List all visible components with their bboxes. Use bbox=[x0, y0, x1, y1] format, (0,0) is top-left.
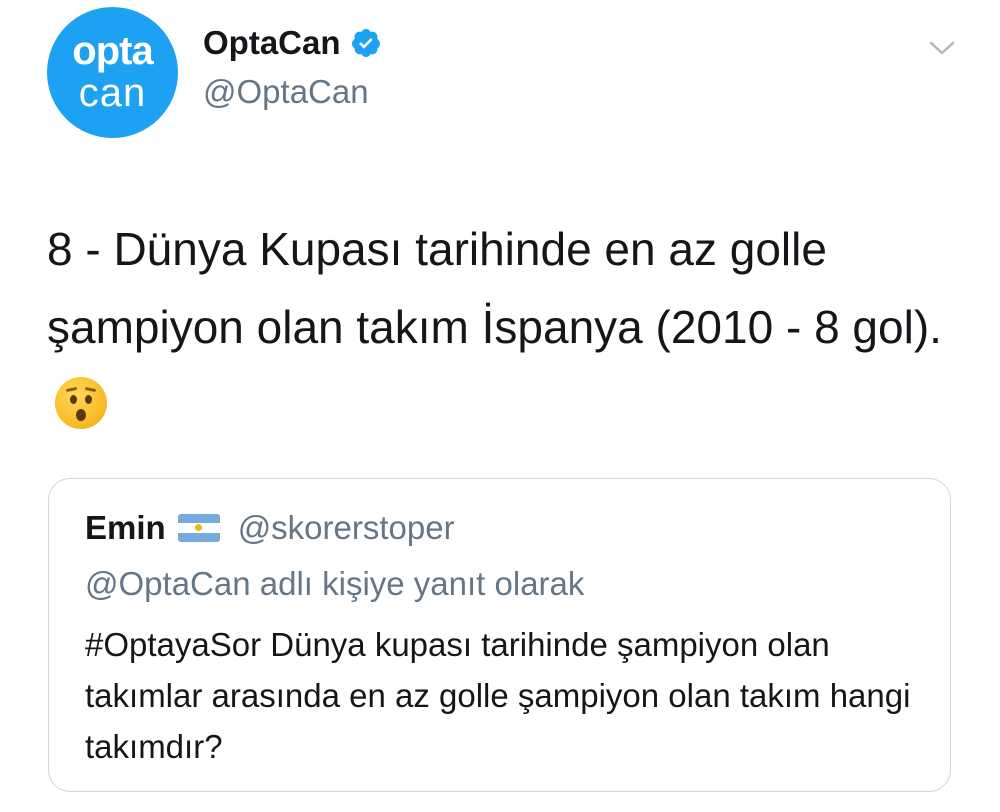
avatar-text-line2: can bbox=[78, 70, 147, 115]
quoted-tweet[interactable]: Emin @skorerstoper @OptaCan adlı kişiye … bbox=[48, 478, 951, 792]
tweet-body: 8 - Dünya Kupası tarihinde en az golle ş… bbox=[47, 210, 947, 444]
chevron-down-icon[interactable] bbox=[928, 38, 956, 58]
reply-context: @OptaCan adlı kişiye yanıt olarak bbox=[85, 565, 585, 602]
quoted-tweet-text: #OptayaSor Dünya kupası tarihinde şampiy… bbox=[85, 626, 911, 765]
author-handle[interactable]: @OptaCan bbox=[203, 73, 369, 111]
tweet-text: 8 - Dünya Kupası tarihinde en az golle ş… bbox=[47, 223, 942, 353]
quoted-author-name: Emin bbox=[85, 509, 166, 546]
hushed-face-emoji bbox=[55, 377, 107, 429]
verified-badge-icon bbox=[351, 29, 380, 57]
author-name-row[interactable]: OptaCan bbox=[203, 24, 382, 62]
argentina-flag-icon bbox=[177, 514, 220, 542]
author-display-name[interactable]: OptaCan bbox=[203, 24, 341, 62]
quoted-tweet-header: Emin @skorerstoper bbox=[85, 509, 455, 547]
quoted-author-handle: @skorerstoper bbox=[237, 509, 455, 546]
avatar-text-line1: opta bbox=[72, 28, 153, 73]
avatar[interactable]: opta can bbox=[47, 7, 178, 138]
